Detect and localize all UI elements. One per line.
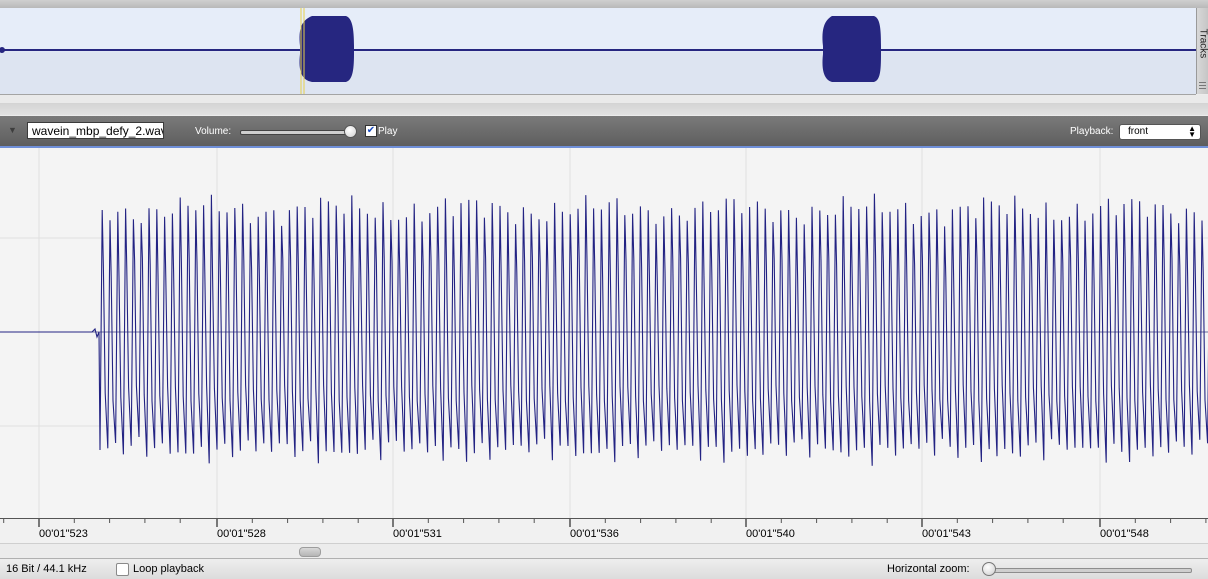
ruler-tick-label: 00'01"543 bbox=[922, 528, 971, 540]
volume-label: Volume: bbox=[195, 126, 231, 137]
overview-burst-1 bbox=[300, 16, 355, 82]
playback-label: Playback: bbox=[1070, 126, 1113, 137]
overview-start-marker bbox=[0, 47, 5, 53]
select-arrows-icon: ▲▼ bbox=[1188, 126, 1196, 138]
ruler-tick-label: 00'01"523 bbox=[39, 528, 88, 540]
horizontal-zoom-slider-knob[interactable] bbox=[982, 562, 996, 576]
waveform-signal bbox=[0, 194, 1208, 466]
ruler-tick-label: 00'01"536 bbox=[570, 528, 619, 540]
track-toolbar: ▼ wavein_mbp_defy_2.wav Volume: ✔ Play P… bbox=[0, 116, 1208, 148]
volume-slider-knob[interactable] bbox=[344, 125, 357, 138]
tracks-drawer-tab[interactable]: Tracks bbox=[1196, 8, 1208, 94]
disclosure-triangle-icon[interactable]: ▼ bbox=[8, 125, 17, 135]
horizontal-zoom-label: Horizontal zoom: bbox=[887, 563, 970, 575]
playback-select[interactable]: front ▲▼ bbox=[1119, 124, 1201, 140]
overview-burst-2 bbox=[822, 16, 881, 82]
ruler-tick-label: 00'01"548 bbox=[1100, 528, 1149, 540]
loop-playback-checkbox[interactable] bbox=[116, 563, 129, 576]
playback-select-value: front bbox=[1128, 126, 1148, 137]
loop-playback-label: Loop playback bbox=[133, 563, 204, 575]
waveform-plot bbox=[0, 148, 1208, 518]
pane-separator[interactable] bbox=[0, 95, 1208, 115]
horizontal-zoom-slider-track[interactable] bbox=[986, 568, 1192, 573]
format-label: 16 Bit / 44.1 kHz bbox=[6, 563, 87, 575]
ruler-tick-label: 00'01"528 bbox=[217, 528, 266, 540]
scrollbar-thumb[interactable] bbox=[299, 547, 321, 557]
checkmark-icon: ✔ bbox=[367, 125, 375, 136]
volume-slider-track[interactable] bbox=[240, 130, 354, 135]
overview-waveform[interactable] bbox=[0, 8, 1196, 95]
ruler-tick-label: 00'01"531 bbox=[393, 528, 442, 540]
play-checkbox[interactable]: ✔ bbox=[365, 125, 377, 137]
horizontal-scrollbar[interactable] bbox=[0, 543, 1208, 558]
filename-field[interactable]: wavein_mbp_defy_2.wav bbox=[27, 122, 164, 139]
status-bar: 16 Bit / 44.1 kHz Loop playback Horizont… bbox=[0, 558, 1208, 579]
waveform-view[interactable] bbox=[0, 148, 1208, 518]
tracks-label: Tracks bbox=[1198, 24, 1208, 64]
overview-waveform-plot bbox=[0, 8, 1196, 94]
play-label: Play bbox=[378, 126, 397, 137]
time-ruler: 00'01"523 00'01"528 00'01"531 00'01"536 00'0… bbox=[0, 518, 1208, 544]
grip-icon bbox=[1199, 82, 1206, 90]
ruler-tick-label: 00'01"540 bbox=[746, 528, 795, 540]
